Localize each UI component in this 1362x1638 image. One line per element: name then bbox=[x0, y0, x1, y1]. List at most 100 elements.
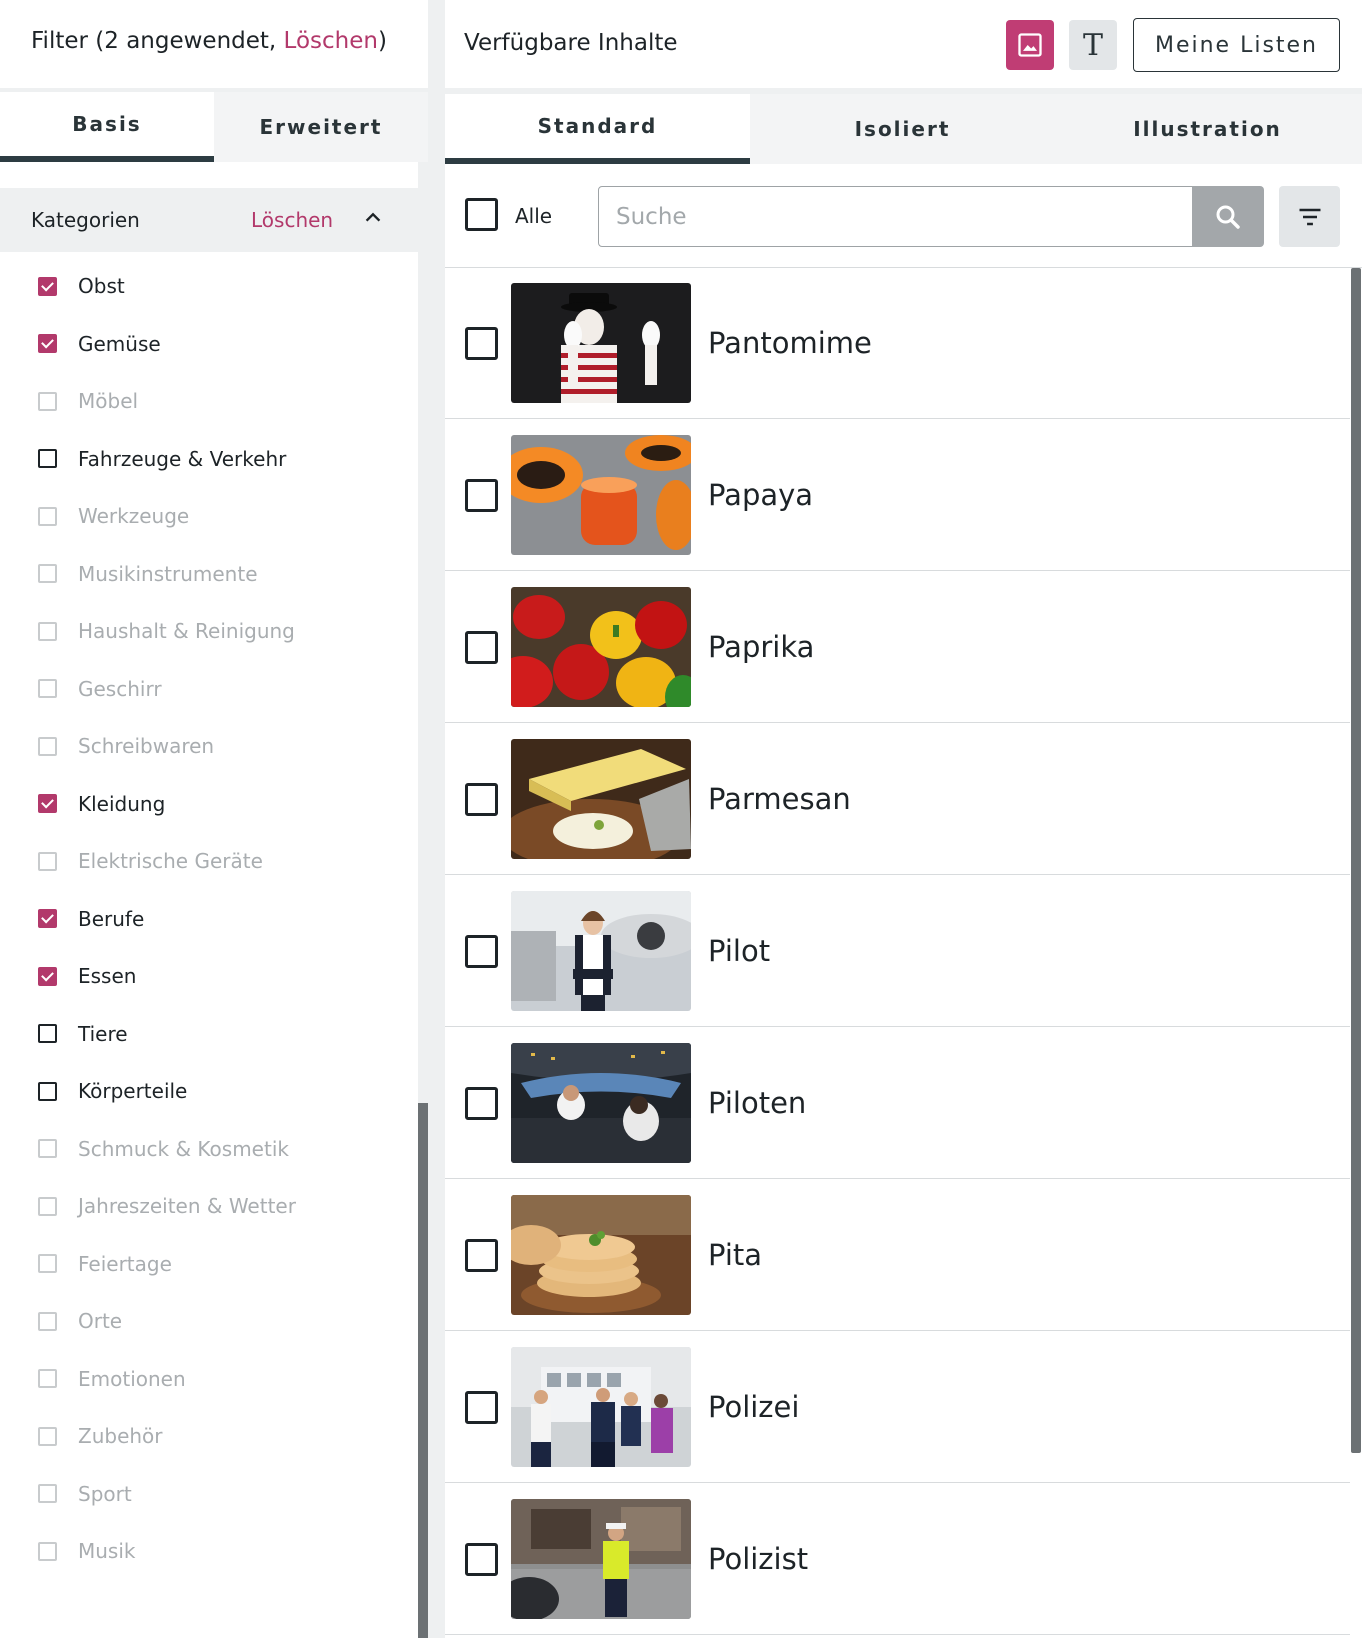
category-checkbox bbox=[38, 851, 57, 871]
category-checkbox[interactable] bbox=[38, 794, 57, 813]
category-header[interactable]: Kategorien Löschen bbox=[0, 188, 418, 252]
item-label: Polizist bbox=[708, 1542, 809, 1576]
category-item: Musikinstrumente bbox=[38, 559, 258, 589]
content-row[interactable]: Paprika bbox=[445, 572, 1350, 723]
category-checkbox[interactable] bbox=[38, 966, 57, 986]
content-panel: Verfügbare Inhalte T Meine Listen Standa… bbox=[445, 0, 1362, 1638]
filter-clear-link[interactable]: Löschen bbox=[284, 28, 378, 54]
row-checkbox[interactable] bbox=[465, 935, 498, 968]
item-thumbnail bbox=[511, 283, 691, 403]
category-checkbox[interactable] bbox=[38, 1024, 57, 1043]
category-label: Körperteile bbox=[78, 1079, 188, 1103]
category-checkbox[interactable] bbox=[38, 276, 57, 296]
category-label: Emotionen bbox=[78, 1366, 186, 1391]
category-checkbox bbox=[38, 1426, 57, 1446]
category-label: Schreibwaren bbox=[78, 734, 215, 758]
tab-standard[interactable]: Standard bbox=[445, 94, 750, 164]
content-row[interactable]: Papaya bbox=[445, 420, 1350, 571]
category-label: Tiere bbox=[78, 1021, 128, 1046]
row-checkbox[interactable] bbox=[465, 479, 498, 512]
filter-title-suffix: ) bbox=[377, 28, 387, 54]
category-label: Berufe bbox=[78, 906, 145, 931]
content-row[interactable]: Polizei bbox=[445, 1332, 1350, 1483]
row-checkbox[interactable] bbox=[465, 631, 498, 664]
category-label: Zubehör bbox=[78, 1424, 163, 1448]
category-label: Orte bbox=[78, 1309, 123, 1333]
row-checkbox[interactable] bbox=[465, 1391, 498, 1424]
content-row[interactable]: Polizist bbox=[445, 1484, 1350, 1635]
content-row[interactable]: Piloten bbox=[445, 1028, 1350, 1179]
category-checkbox bbox=[38, 391, 57, 411]
row-checkbox[interactable] bbox=[465, 327, 498, 360]
chevron-up-icon[interactable] bbox=[362, 206, 384, 228]
category-label: Geschirr bbox=[78, 676, 162, 701]
tab-illustration[interactable]: Illustration bbox=[1055, 94, 1360, 164]
category-label: Jahreszeiten & Wetter bbox=[78, 1194, 296, 1218]
image-mode-button[interactable] bbox=[1006, 20, 1054, 70]
search-input[interactable] bbox=[598, 186, 1193, 247]
category-list: Kategorien Löschen Obst Gemüse Möbel Fahrze… bbox=[0, 162, 418, 1638]
category-label: Kleidung bbox=[78, 791, 166, 816]
sort-filter-button[interactable] bbox=[1279, 186, 1340, 247]
item-label: Pita bbox=[708, 1238, 763, 1272]
category-item[interactable]: Tiere bbox=[38, 1019, 128, 1049]
category-label: Haushalt & Reinigung bbox=[78, 619, 295, 643]
category-item: Elektrische Geräte bbox=[38, 846, 263, 876]
category-item[interactable]: Körperteile bbox=[38, 1076, 187, 1106]
text-mode-button[interactable]: T bbox=[1069, 20, 1117, 70]
item-label: Pantomime bbox=[708, 326, 872, 360]
category-item: Geschirr bbox=[38, 674, 162, 704]
row-checkbox[interactable] bbox=[465, 783, 498, 816]
category-item: Feiertage bbox=[38, 1249, 172, 1279]
content-row[interactable]: Pantomime bbox=[445, 268, 1350, 419]
category-checkbox bbox=[38, 1311, 57, 1331]
category-item[interactable]: Berufe bbox=[38, 904, 144, 934]
category-item: Schmuck & Kosmetik bbox=[38, 1134, 289, 1164]
category-item: Musik bbox=[38, 1536, 136, 1566]
category-checkbox bbox=[38, 564, 57, 583]
filter-tabs: Basis Erweitert bbox=[0, 92, 428, 162]
category-label: Fahrzeuge & Verkehr bbox=[78, 446, 287, 471]
content-row[interactable]: Pilot bbox=[445, 876, 1350, 1027]
category-checkbox[interactable] bbox=[38, 909, 57, 928]
right-scrollbar-thumb[interactable] bbox=[1351, 268, 1361, 1453]
my-lists-button[interactable]: Meine Listen bbox=[1133, 18, 1340, 72]
category-checkbox bbox=[38, 1196, 57, 1216]
category-checkbox[interactable] bbox=[38, 1081, 57, 1101]
category-item[interactable]: Essen bbox=[38, 961, 136, 991]
category-label: Musikinstrumente bbox=[78, 561, 258, 586]
item-thumbnail bbox=[511, 1499, 691, 1619]
category-checkbox bbox=[38, 506, 57, 526]
item-label: Paprika bbox=[708, 630, 815, 664]
content-row[interactable]: Pita bbox=[445, 1180, 1350, 1331]
category-item[interactable]: Kleidung bbox=[38, 789, 165, 819]
category-label: Werkzeuge bbox=[78, 504, 190, 528]
content-tabs: Standard Isoliert Illustration bbox=[445, 94, 1362, 164]
category-item[interactable]: Gemüse bbox=[38, 329, 161, 359]
category-label: Obst bbox=[78, 274, 125, 298]
search-button[interactable] bbox=[1192, 186, 1264, 247]
category-checkbox[interactable] bbox=[38, 334, 57, 353]
row-checkbox[interactable] bbox=[465, 1087, 498, 1120]
filter-title-text: Filter (2 angewendet, bbox=[31, 28, 284, 54]
filter-panel: Filter (2 angewendet, Löschen) Basis Erwe… bbox=[0, 0, 428, 1638]
category-checkbox[interactable] bbox=[38, 449, 57, 468]
row-checkbox[interactable] bbox=[465, 1543, 498, 1576]
category-clear-link[interactable]: Löschen bbox=[251, 208, 333, 232]
tab-erweitert[interactable]: Erweitert bbox=[214, 92, 428, 162]
item-label: Piloten bbox=[708, 1086, 807, 1120]
category-item[interactable]: Obst bbox=[38, 271, 125, 301]
item-thumbnail bbox=[511, 891, 691, 1011]
category-item[interactable]: Fahrzeuge & Verkehr bbox=[38, 444, 286, 474]
category-label: Feiertage bbox=[78, 1251, 172, 1276]
category-title: Kategorien bbox=[31, 208, 140, 232]
content-row[interactable]: Parmesan bbox=[445, 724, 1350, 875]
tab-basis[interactable]: Basis bbox=[0, 92, 214, 162]
left-scrollbar-thumb[interactable] bbox=[418, 1103, 428, 1638]
select-all-checkbox[interactable] bbox=[465, 198, 498, 231]
category-label: Elektrische Geräte bbox=[78, 849, 263, 873]
row-checkbox[interactable] bbox=[465, 1239, 498, 1272]
item-label: Parmesan bbox=[708, 782, 851, 816]
tab-isoliert[interactable]: Isoliert bbox=[750, 94, 1055, 164]
item-label: Pilot bbox=[708, 934, 771, 968]
